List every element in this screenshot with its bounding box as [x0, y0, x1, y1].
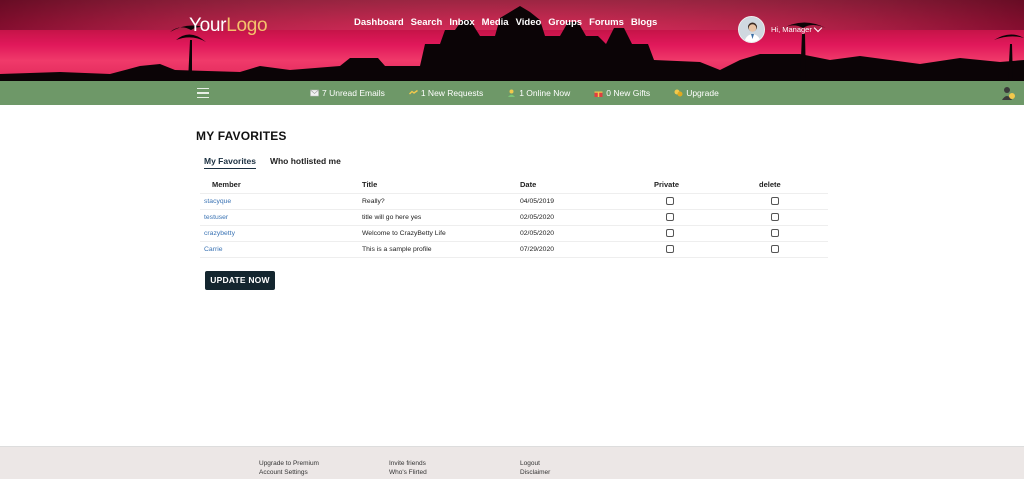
nav-blogs[interactable]: Blogs: [631, 17, 657, 28]
status-bar: 7 Unread Emails 1 New Requests 1 Online …: [0, 81, 1024, 105]
upgrade-label: Upgrade: [686, 88, 719, 98]
user-photo-icon: [739, 17, 764, 42]
handshake-icon: [408, 89, 418, 95]
delete-checkbox[interactable]: [771, 197, 779, 205]
nav-video[interactable]: Video: [516, 17, 542, 28]
private-checkbox[interactable]: [666, 245, 674, 253]
footer-link-logout[interactable]: Logout: [520, 459, 550, 468]
envelope-icon: [310, 89, 319, 97]
nav-forums[interactable]: Forums: [589, 17, 624, 28]
table-row: Carrie This is a sample profile 07/29/20…: [200, 241, 828, 258]
new-requests-link[interactable]: 1 New Requests: [408, 88, 484, 98]
header-banner: YourLogo Dashboard Search Inbox Media Vi…: [0, 0, 1024, 81]
chevron-down-icon[interactable]: [813, 23, 823, 32]
update-now-button[interactable]: UPDATE NOW: [205, 271, 275, 290]
table-row: testuser title will go here yes 02/05/20…: [200, 209, 828, 226]
delete-checkbox[interactable]: [771, 245, 779, 253]
favorite-date: 07/29/2020: [520, 241, 654, 258]
favorite-title: Really?: [362, 193, 520, 210]
tab-who-hotlisted-me[interactable]: Who hotlisted me: [270, 156, 341, 169]
online-now-link[interactable]: 1 Online Now: [507, 88, 570, 98]
member-link[interactable]: Carrie: [204, 246, 223, 253]
nav-media[interactable]: Media: [482, 17, 509, 28]
main-nav: Dashboard Search Inbox Media Video Group…: [354, 17, 664, 28]
delete-checkbox[interactable]: [771, 229, 779, 237]
favorite-title: Welcome to CrazyBetty Life: [362, 225, 520, 242]
table-row: stacyque Really? 04/05/2019: [200, 193, 828, 210]
nav-dashboard[interactable]: Dashboard: [354, 17, 404, 28]
footer-link-account-settings[interactable]: Account Settings: [259, 468, 319, 477]
delete-checkbox[interactable]: [771, 213, 779, 221]
footer-column-1: Upgrade to Premium Account Settings: [259, 459, 319, 477]
new-gifts-label: 0 New Gifts: [606, 88, 651, 98]
coins-icon: [674, 89, 683, 97]
logo-text-your: Your: [189, 15, 227, 36]
page-title: MY FAVORITES: [196, 129, 287, 143]
member-link[interactable]: stacyque: [204, 198, 231, 205]
footer: Upgrade to Premium Account Settings Invi…: [0, 446, 1024, 479]
footer-column-3: Logout Disclaimer: [520, 459, 550, 477]
unread-emails-link[interactable]: 7 Unread Emails: [310, 88, 385, 98]
column-header-member: Member: [200, 176, 362, 194]
user-online-icon: [508, 89, 516, 97]
member-link[interactable]: testuser: [204, 214, 228, 221]
favorite-title: title will go here yes: [362, 209, 520, 226]
column-header-private: Private: [654, 176, 759, 194]
new-requests-label: 1 New Requests: [420, 88, 484, 98]
unread-emails-label: 7 Unread Emails: [322, 88, 385, 98]
gift-icon: [594, 91, 603, 97]
private-checkbox[interactable]: [666, 197, 674, 205]
private-checkbox[interactable]: [666, 229, 674, 237]
menu-icon[interactable]: [197, 88, 209, 99]
logo-text-logo: Logo: [226, 15, 268, 36]
footer-link-upgrade-premium[interactable]: Upgrade to Premium: [259, 459, 319, 468]
table-header-row: Member Title Date Private delete: [200, 176, 828, 194]
private-checkbox[interactable]: [666, 213, 674, 221]
site-logo[interactable]: YourLogo: [189, 15, 268, 37]
footer-link-whos-flirted[interactable]: Who's Flirted: [389, 468, 427, 477]
nav-search[interactable]: Search: [411, 17, 443, 28]
footer-column-2: Invite friends Who's Flirted: [389, 459, 427, 477]
column-header-delete: delete: [759, 176, 828, 194]
column-header-title: Title: [362, 176, 520, 194]
tab-my-favorites[interactable]: My Favorites: [204, 156, 256, 169]
table-row: crazybetty Welcome to CrazyBetty Life 02…: [200, 225, 828, 242]
column-header-date: Date: [520, 176, 654, 194]
footer-link-disclaimer[interactable]: Disclaimer: [520, 468, 550, 477]
favorite-title: This is a sample profile: [362, 241, 520, 258]
member-link[interactable]: crazybetty: [204, 230, 235, 237]
footer-link-invite-friends[interactable]: Invite friends: [389, 459, 427, 468]
upgrade-link[interactable]: Upgrade: [674, 88, 719, 98]
favorite-date: 02/05/2020: [520, 209, 654, 226]
favorite-date: 02/05/2020: [520, 225, 654, 242]
user-menu[interactable]: Hi, Manager: [738, 16, 823, 43]
new-gifts-link[interactable]: 0 New Gifts: [594, 88, 650, 98]
favorites-table: Member Title Date Private delete stacyqu…: [200, 176, 828, 258]
avatar[interactable]: [738, 16, 765, 43]
favorites-tabs: My Favorites Who hotlisted me: [204, 156, 355, 169]
online-now-label: 1 Online Now: [519, 88, 571, 98]
nav-inbox[interactable]: Inbox: [449, 17, 474, 28]
nav-groups[interactable]: Groups: [548, 17, 582, 28]
sunset-silhouette-image: [0, 0, 1024, 81]
user-greeting: Hi, Manager: [771, 25, 812, 34]
user-settings-icon[interactable]: [1002, 86, 1015, 100]
favorite-date: 04/05/2019: [520, 193, 654, 210]
